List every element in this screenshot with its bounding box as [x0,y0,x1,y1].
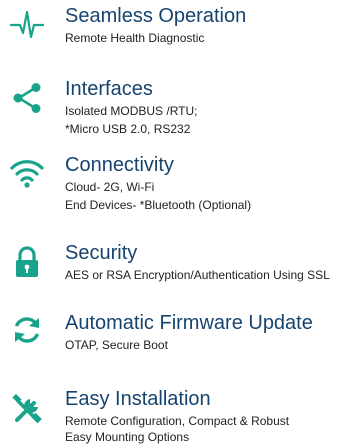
feature-description: Remote Configuration, Compact & Robust [65,414,290,428]
feature-description: Remote Health Diagnostic [65,31,205,45]
refresh-icon [10,313,44,347]
feature-title: Easy Installation [65,388,211,410]
feature-description: Cloud- 2G, Wi-Fi [65,180,155,194]
feature-description: Isolated MODBUS /RTU; [65,104,198,118]
feature-title: Security [65,242,138,264]
wifi-icon [10,156,44,190]
feature-description: End Devices- *Bluetooth (Optional) [65,198,252,212]
feature-title: Seamless Operation [65,5,247,27]
feature-description: *Micro USB 2.0, RS232 [65,122,191,136]
feature-description: Easy Mounting Options [65,430,190,444]
heartbeat-icon [10,8,44,42]
lock-icon [10,245,44,279]
tools-icon [10,393,44,427]
share-icon [10,81,44,115]
feature-title: Interfaces [65,78,153,100]
feature-title: Connectivity [65,154,174,176]
feature-description: AES or RSA Encryption/Authentication Usi… [65,268,330,282]
feature-description: OTAP, Secure Boot [65,338,168,352]
feature-title: Automatic Firmware Update [65,312,313,334]
